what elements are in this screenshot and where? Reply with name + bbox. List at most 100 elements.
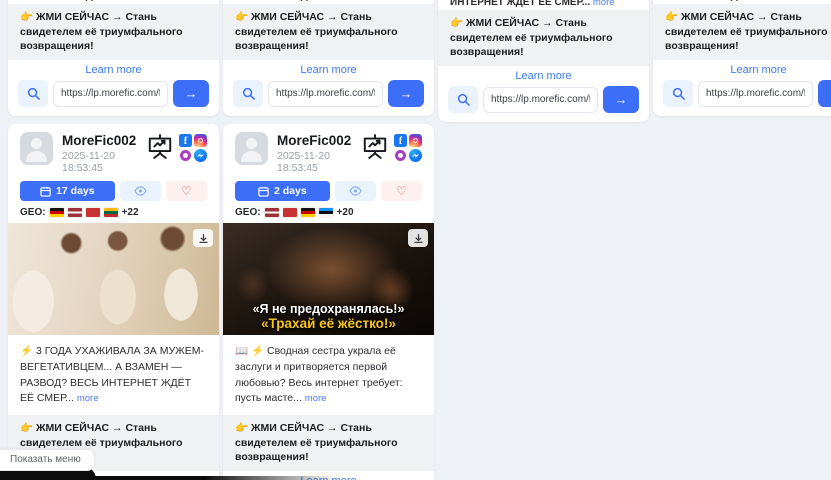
- days-label: 2 days: [274, 185, 307, 197]
- search-button[interactable]: [233, 80, 263, 107]
- geo-more-count[interactable]: +20: [337, 207, 354, 218]
- search-button[interactable]: [18, 80, 48, 107]
- header-icons: f: [361, 132, 422, 162]
- more-link[interactable]: more: [77, 393, 99, 404]
- cta-banner: 👉 ЖМИ СЕЙЧАС → Стань свидетелем её триум…: [8, 4, 219, 60]
- url-row: →: [653, 79, 831, 116]
- preview-button[interactable]: [335, 181, 376, 201]
- more-link[interactable]: more: [305, 393, 327, 404]
- cta-banner: 👉 ЖМИ СЕЙЧАС → Стань свидетелем её триум…: [653, 4, 831, 60]
- url-row: →: [223, 79, 434, 116]
- search-button[interactable]: [663, 80, 693, 107]
- flag-icon: [104, 208, 118, 217]
- geo-more-count[interactable]: +22: [122, 207, 139, 218]
- presentation-chart-icon[interactable]: [146, 134, 174, 159]
- show-menu-button[interactable]: Показать меню: [0, 449, 95, 471]
- badge-icon: [395, 150, 406, 161]
- arrow-right-icon: →: [615, 92, 628, 107]
- avatar: [20, 132, 53, 165]
- messenger-icon: [409, 149, 422, 162]
- search-button[interactable]: [448, 86, 478, 113]
- url-input[interactable]: [268, 81, 383, 107]
- eye-icon: [349, 186, 362, 196]
- creative-image: «Я не предохранялась!» «Трахай её жёстко…: [223, 223, 434, 335]
- caption-text: ИНТЕРНЕТ ЖДЁТ ЕЁ СМЕР...: [20, 0, 160, 2]
- url-input[interactable]: [53, 81, 168, 107]
- arrow-right-icon: →: [185, 86, 198, 101]
- flag-icon: [50, 208, 64, 217]
- creative-caption: ⚡ 3 ГОДА УХАЖИВАЛА ЗА МУЖЕМ-ВЕГЕТАТИВЦЕМ…: [8, 335, 219, 415]
- instagram-icon: [409, 134, 422, 147]
- creative-card-partial: ИНТЕРНЕТ ЖДЁТ ЕЁ СМЕР... more 👉 ЖМИ СЕЙЧ…: [8, 0, 219, 116]
- more-link[interactable]: more: [163, 0, 185, 2]
- cta-banner: 👉 ЖМИ СЕЙЧАС → Стань свидетелем её триум…: [223, 4, 434, 60]
- caption-text: ИНТЕРНЕТ ЖДЁТ ЕЁ СМЕР...: [665, 0, 805, 2]
- facebook-icon: f: [394, 134, 407, 147]
- creative-datetime: 2025-11-20 18:53:45: [62, 150, 137, 174]
- advertiser-name: MoreFic002: [277, 133, 352, 148]
- open-link-button[interactable]: →: [388, 80, 424, 107]
- caption-text: ИНТЕРНЕТ ЖДЁТ ЕЁ СМЕР...: [450, 0, 590, 8]
- social-icons: f: [394, 134, 422, 162]
- instagram-icon: [194, 134, 207, 147]
- more-link[interactable]: more: [378, 0, 400, 2]
- url-input[interactable]: [483, 87, 598, 113]
- creative-datetime: 2025-11-20 18:53:45: [277, 150, 352, 174]
- avatar: [235, 132, 268, 165]
- download-image-button[interactable]: [193, 229, 213, 247]
- learn-more-link[interactable]: Learn more: [653, 60, 831, 79]
- presentation-chart-icon[interactable]: [361, 134, 389, 159]
- download-icon: [413, 233, 424, 244]
- cta-banner: 👉 ЖМИ СЕЙЧАС → Стань свидетелем её триум…: [438, 10, 649, 66]
- flag-icon: [283, 208, 297, 217]
- grid-column-3: ИНТЕРНЕТ ЖДЁТ ЕЁ СМЕР... more 👉 ЖМИ СЕЙЧ…: [438, 0, 649, 122]
- learn-more-link[interactable]: Learn more: [8, 60, 219, 79]
- learn-more-link[interactable]: Learn more: [223, 60, 434, 79]
- creative-card-partial: ИНТЕРНЕТ ЖДЁТ ЕЁ СМЕР... more 👉 ЖМИ СЕЙЧ…: [653, 0, 831, 116]
- open-link-button[interactable]: →: [818, 80, 831, 107]
- grid-column-2: ИНТЕРНЕТ ЖДЁТ ЕЁ СМЕР... more 👉 ЖМИ СЕЙЧ…: [223, 0, 434, 480]
- caption-text: ИНТЕРНЕТ ЖДЁТ ЕЁ СМЕР...: [235, 0, 375, 2]
- facebook-icon: f: [179, 134, 192, 147]
- card-header: MoreFic002 2025-11-20 18:53:45 f: [8, 124, 219, 176]
- flag-icon: [319, 208, 333, 217]
- flag-icon: [86, 208, 100, 217]
- days-active-button[interactable]: 2 days: [235, 181, 330, 201]
- url-input[interactable]: [698, 81, 813, 107]
- learn-more-link[interactable]: Learn more: [438, 66, 649, 85]
- search-icon: [457, 93, 470, 106]
- geo-label: GEO:: [20, 207, 46, 218]
- open-link-button[interactable]: →: [603, 86, 639, 113]
- geo-row: GEO: +20: [223, 205, 434, 223]
- cta-banner: 👉 ЖМИ СЕЙЧАС → Стань свидетелем её триум…: [223, 415, 434, 471]
- open-link-button[interactable]: →: [173, 80, 209, 107]
- calendar-icon: [40, 186, 51, 197]
- creative-caption: 📖 ⚡ Сводная сестра украла её заслуги и п…: [223, 335, 434, 415]
- creative-card: MoreFic002 2025-11-20 18:53:45 f 17 days: [8, 124, 219, 480]
- favorite-button[interactable]: ♡: [381, 181, 422, 201]
- social-icons: f: [179, 134, 207, 162]
- url-row: →: [8, 79, 219, 116]
- search-icon: [672, 87, 685, 100]
- geo-label: GEO:: [235, 207, 261, 218]
- card-actions: 2 days ♡: [223, 176, 434, 205]
- caption-text: ⚡ 3 ГОДА УХАЖИВАЛА ЗА МУЖЕМ-ВЕГЕТАТИВЦЕМ…: [20, 345, 204, 404]
- calendar-icon: [258, 186, 269, 197]
- badge-icon: [180, 150, 191, 161]
- days-active-button[interactable]: 17 days: [20, 181, 115, 201]
- search-icon: [27, 87, 40, 100]
- card-header: MoreFic002 2025-11-20 18:53:45 f: [223, 124, 434, 176]
- caption-clipped: ИНТЕРНЕТ ЖДЁТ ЕЁ СМЕР... more: [438, 0, 649, 10]
- favorite-button[interactable]: ♡: [166, 181, 207, 201]
- grid-column-1: ИНТЕРНЕТ ЖДЁТ ЕЁ СМЕР... more 👉 ЖМИ СЕЙЧ…: [8, 0, 219, 480]
- more-link[interactable]: more: [808, 0, 830, 2]
- creative-card: MoreFic002 2025-11-20 18:53:45 f 2 days: [223, 124, 434, 480]
- messenger-icon: [194, 149, 207, 162]
- url-row: →: [438, 85, 649, 122]
- preview-button[interactable]: [120, 181, 161, 201]
- advertiser-info: MoreFic002 2025-11-20 18:53:45: [277, 132, 352, 174]
- creative-card-partial: ИНТЕРНЕТ ЖДЁТ ЕЁ СМЕР... more 👉 ЖМИ СЕЙЧ…: [223, 0, 434, 116]
- download-image-button[interactable]: [408, 229, 428, 247]
- days-label: 17 days: [56, 185, 95, 197]
- more-link[interactable]: more: [593, 0, 615, 8]
